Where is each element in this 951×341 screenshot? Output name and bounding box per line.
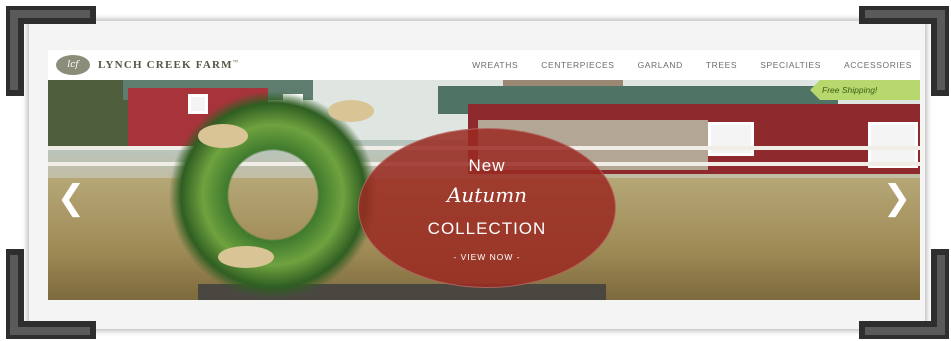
nav-item-wreaths[interactable]: WREATHS — [472, 60, 518, 70]
site-header: lcf LYNCH CREEK FARM™ WREATHS CENTERPIEC… — [48, 50, 920, 80]
nav-item-centerpieces[interactable]: CENTERPIECES — [541, 60, 614, 70]
view-now-link[interactable]: - VIEW NOW - — [358, 252, 616, 262]
promo-new-text: New — [468, 156, 506, 175]
chevron-right-icon[interactable]: ❯ — [882, 178, 912, 218]
wreath-wheat — [328, 100, 374, 122]
brand-name: LYNCH CREEK FARM™ — [98, 59, 239, 71]
promo-circle[interactable]: New Autumn COLLECTION - VIEW NOW - — [358, 128, 616, 288]
main-nav: WREATHS CENTERPIECES GARLAND TREES SPECI… — [472, 50, 920, 80]
wreath-wheat — [198, 124, 248, 148]
promo-autumn-text: Autumn — [446, 183, 528, 207]
logo[interactable]: lcf LYNCH CREEK FARM™ — [56, 55, 239, 75]
nav-item-accessories[interactable]: ACCESSORIES — [844, 60, 912, 70]
free-shipping-banner[interactable]: Free Shipping! — [810, 80, 920, 100]
barn-window — [188, 94, 208, 114]
hero-slider[interactable]: New Autumn COLLECTION - VIEW NOW - Free … — [48, 80, 920, 300]
barn-window — [708, 122, 754, 156]
logo-badge: lcf — [56, 55, 90, 75]
brand-name-text: LYNCH CREEK FARM — [98, 59, 233, 71]
nav-item-specialties[interactable]: SPECIALTIES — [760, 60, 821, 70]
promo-collection-text: COLLECTION — [427, 219, 547, 238]
trademark-symbol: ™ — [232, 60, 239, 66]
wreath-wheat — [218, 246, 274, 268]
nav-item-trees[interactable]: TREES — [706, 60, 737, 70]
nav-item-garland[interactable]: GARLAND — [638, 60, 683, 70]
chevron-left-icon[interactable]: ❮ — [56, 178, 86, 218]
